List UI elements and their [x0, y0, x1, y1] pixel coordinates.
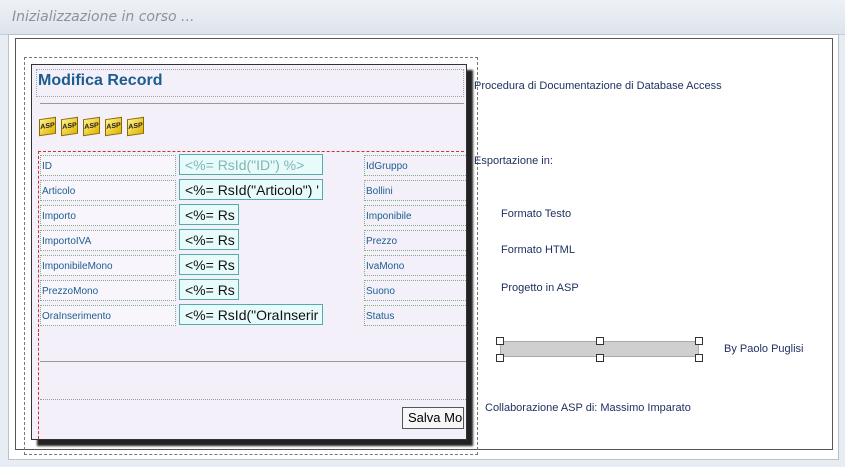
resize-handle	[596, 354, 604, 362]
export-label: Esportazione in:	[474, 155, 553, 167]
field-textbox[interactable]: <%= RsId("ID") %>	[179, 154, 323, 175]
field-row-imponibilemono: ImponibileMono <%= Rs IvaMono	[38, 254, 466, 277]
resize-handle	[496, 354, 504, 362]
asp-icon: ASP	[61, 116, 78, 137]
asp-icon: ASP	[83, 116, 100, 137]
header-divider	[40, 103, 464, 104]
field-row-importoiva: ImportoIVA <%= Rs Prezzo	[38, 229, 466, 252]
export-option-html[interactable]: Formato HTML	[501, 244, 575, 256]
field-label: OraInserimento	[40, 305, 176, 326]
field-row-orainserimento: OraInserimento <%= RsId("OraInserir Stat…	[38, 304, 466, 327]
field-label: Importo	[40, 205, 176, 226]
field-textbox[interactable]: <%= RsId("OraInserir	[179, 304, 323, 325]
field-label-secondary: Suono	[364, 280, 466, 301]
field-label-secondary: IdGruppo	[364, 155, 466, 176]
resize-handle	[596, 337, 604, 345]
resize-handle	[496, 337, 504, 345]
field-row-prezzomono: PrezzoMono <%= Rs Suono	[38, 279, 466, 302]
field-row-articolo: Articolo <%= RsId("Articolo") ' Bollini	[38, 179, 466, 202]
form-preview: Modifica Record ASP ASP ASP ASP ASP ID <…	[31, 64, 467, 440]
asp-icon-row: ASP ASP ASP ASP ASP	[39, 116, 144, 137]
title-bar: Inizializzazione in corso ...	[0, 0, 845, 35]
field-label: Articolo	[40, 180, 176, 201]
field-row-importo: Importo <%= Rs Imponibile	[38, 204, 466, 227]
asp-icon: ASP	[127, 116, 144, 137]
field-label-secondary: Imponibile	[364, 205, 466, 226]
window-title: Inizializzazione in corso ...	[12, 9, 195, 25]
field-textbox[interactable]: <%= Rs	[179, 279, 239, 300]
asp-icon: ASP	[105, 116, 122, 137]
procedure-label: Procedura di Documentazione di Database …	[474, 80, 722, 92]
footer-divider-lower	[40, 399, 466, 400]
resize-handle	[695, 354, 703, 362]
field-textbox[interactable]: <%= RsId("Articolo") '	[179, 179, 323, 200]
field-textbox[interactable]: <%= Rs	[179, 229, 239, 250]
field-label: ID	[40, 155, 176, 176]
resize-handle	[695, 337, 703, 345]
field-row-id: ID <%= RsId("ID") %> IdGruppo	[38, 154, 466, 177]
field-label: ImportoIVA	[40, 230, 176, 251]
export-option-asp[interactable]: Progetto in ASP	[501, 282, 579, 294]
field-label-secondary: Status	[364, 305, 466, 326]
export-option-text[interactable]: Formato Testo	[501, 208, 571, 220]
field-label-secondary: IvaMono	[364, 255, 466, 276]
field-label-secondary: Prezzo	[364, 230, 466, 251]
asp-icon: ASP	[39, 116, 56, 137]
author-label: By Paolo Puglisi	[724, 343, 804, 355]
field-textbox[interactable]: <%= Rs	[179, 204, 239, 225]
field-textbox[interactable]: <%= Rs	[179, 254, 239, 275]
field-label: ImponibileMono	[40, 255, 176, 276]
footer-divider	[40, 361, 466, 362]
save-button[interactable]: Salva Mo	[402, 407, 464, 429]
collaboration-label: Collaborazione ASP di: Massimo Imparato	[485, 402, 691, 414]
field-label: PrezzoMono	[40, 280, 176, 301]
field-label-secondary: Bollini	[364, 180, 466, 201]
form-title: Modifica Record	[38, 72, 163, 89]
